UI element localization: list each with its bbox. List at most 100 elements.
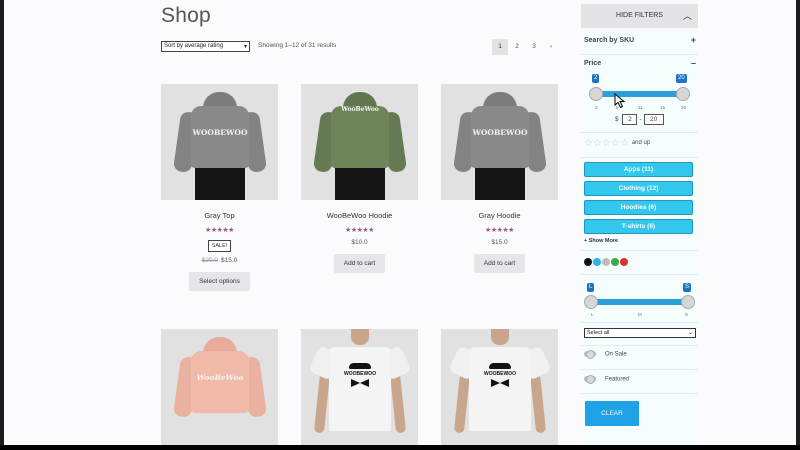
product-image[interactable]: WooBeWoo [301,84,418,200]
product-image[interactable]: WooBeWoo [161,329,278,445]
product-image[interactable]: WOOBEWOO [301,329,418,445]
product-title[interactable]: WooBeWoo Hoodie [301,211,418,220]
garment-print: WooBeWoo [341,106,379,113]
filters-sidebar: HIDE FILTERS ︿ Search by SKU + Price – 2… [581,4,698,445]
garment-print: WOOBEWOO [484,371,516,377]
featured-label: Featured [605,376,630,383]
chevron-up-icon: ︿ [682,11,692,21]
featured-toggle[interactable] [584,375,596,384]
product-title[interactable]: Gray Top [161,211,278,220]
size-min-handle[interactable] [584,295,598,309]
size-tick-label: L [591,312,594,317]
price-slider-range [595,91,685,97]
garment-print: WOOBEWOO [344,371,376,377]
mustache-graphic [489,363,511,369]
hide-filters-button[interactable]: HIDE FILTERS ︿ [581,4,698,28]
category-button-hoodies[interactable]: Hoodies (6) [584,200,693,215]
color-swatch-green[interactable] [611,258,619,266]
attribute-select-value: Select all [587,330,610,336]
page-link-3[interactable]: 3 [526,39,542,55]
size-tick-labels: L M S [591,312,689,318]
color-swatch-gray[interactable] [602,258,610,266]
price-max-handle[interactable] [676,87,690,101]
product-price: $20.0 $15.0 [161,257,278,264]
chevron-down-icon: ⌄ [687,330,693,336]
price-max-input[interactable]: 20 [643,114,664,125]
show-more-link[interactable]: + Show More [584,238,618,244]
garment-print: WOOBEWOO [472,128,528,137]
page-title: Shop [161,4,211,27]
product-card: WOOBEWOO Gray Top ★★★★★ SALE! $20.0 $15.0… [161,84,278,291]
old-price: $20.0 [201,257,218,264]
page-next-link[interactable]: › [543,39,559,55]
category-button-apps[interactable]: Apps (11) [584,162,693,177]
price-min-input[interactable]: 2 [622,114,638,125]
page-link-1[interactable]: 1 [492,39,508,55]
color-swatch-red[interactable] [620,258,628,266]
on-sale-toggle[interactable] [584,350,596,359]
size-slider[interactable] [591,299,689,305]
product-price: $10.0 [351,239,368,246]
garment-print: WooBeWoo [196,373,244,382]
color-swatch-black[interactable] [584,258,592,266]
star-icon[interactable]: ☆☆☆☆☆ [584,138,629,149]
product-card: WOOBEWOO Gray Hoodie ★★★★★ $15.0 Add to … [441,84,558,273]
add-to-cart-button[interactable]: Add to cart [333,254,386,273]
bowtie-graphic [351,379,369,387]
color-swatch-blue[interactable] [593,258,601,266]
sort-select[interactable]: Sort by average rating ▾ [161,41,250,52]
product-card: WooBeWoo [161,329,278,445]
filter-title-sku[interactable]: Search by SKU [584,37,634,44]
current-price: $15.0 [221,257,238,264]
add-to-cart-button[interactable]: Add to cart [473,254,526,273]
chevron-down-icon: ▾ [243,44,247,50]
rating-filter[interactable]: ☆☆☆☆☆ and up [584,138,650,149]
rating-and-up-label: and up [631,140,651,146]
price-tick-labels: 2 6 11 15 20 [595,105,687,111]
price-inputs: $ 2-20 [615,114,666,125]
price-tick-label: 2 [595,105,598,110]
price-separator: - [639,116,642,124]
product-image[interactable]: WOOBEWOO [441,84,558,200]
hide-filters-label: HIDE FILTERS [616,12,663,19]
price-min-handle[interactable] [589,87,603,101]
star-rating: ★★★★★ [205,227,234,234]
price-min-badge: 2 [592,74,600,83]
star-rating: ★★★★★ [345,227,374,234]
size-tick-label: S [685,312,689,317]
size-max-handle[interactable] [681,295,695,309]
bowtie-graphic [491,379,509,387]
size-min-badge: L [587,283,595,292]
on-sale-label: On Sale [605,351,627,358]
size-tick-label: M [638,312,642,317]
on-sale-toggle-row[interactable]: On Sale [584,350,627,359]
category-button-clothing[interactable]: Clothing (12) [584,181,693,196]
mustache-graphic [349,363,371,369]
product-image[interactable]: WOOBEWOO [441,329,558,445]
price-tick-label: 15 [660,105,666,110]
filter-title-price[interactable]: Price [584,60,601,67]
expand-icon[interactable]: + [691,35,696,45]
page-link-2[interactable]: 2 [509,39,525,55]
color-swatches [584,258,628,266]
collapse-icon[interactable]: – [691,58,696,68]
price-tick-label: 11 [638,105,643,110]
featured-toggle-row[interactable]: Featured [584,375,630,384]
mouse-pointer-icon [614,93,626,109]
price-tick-label: 20 [681,105,687,110]
sale-badge: SALE! [207,240,232,252]
clear-filters-button[interactable]: CLEAR [585,401,639,426]
pagination: 1 2 3 › [492,39,559,55]
size-max-badge: S [683,283,692,292]
product-title[interactable]: Gray Hoodie [441,211,558,220]
price-max-badge: 20 [676,74,687,83]
product-card: WOOBEWOO [301,329,418,445]
product-image[interactable]: WOOBEWOO [161,84,278,200]
price-slider[interactable] [595,91,685,97]
category-button-tshirts[interactable]: T-shirts (6) [584,219,693,234]
frame-edge-right [796,0,800,445]
attribute-select[interactable]: Select all ⌄ [584,328,696,338]
sort-select-value: Sort by average rating [164,43,224,49]
select-options-button[interactable]: Select options [189,272,250,291]
result-count: Showing 1–12 of 31 results [258,42,337,49]
